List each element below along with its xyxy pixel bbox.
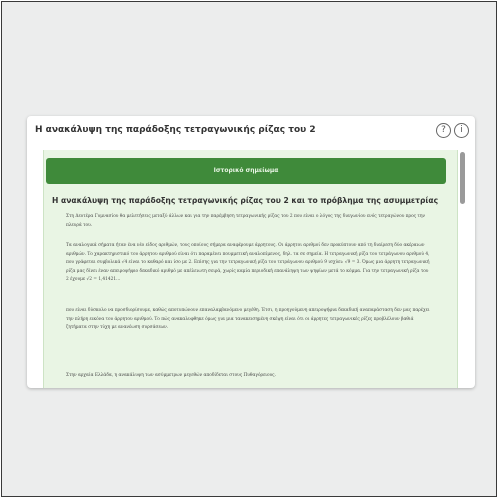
info-icon[interactable]: i [454, 123, 469, 138]
paragraph-2: Τα αναλογικά σήματα ήταν ένα νέο είδος α… [66, 243, 430, 282]
help-icon[interactable]: ? [436, 123, 451, 138]
scrollbar[interactable] [459, 150, 467, 388]
paragraph-3: που είναι δύσκολο να προσδιορίσουμε, καθ… [66, 308, 430, 330]
paragraph-4: Στην αρχαία Ελλάδα, η ανακάλυψη των ασύμ… [66, 373, 276, 378]
card-header: Η ανακάλυψη της παράδοξης τετραγωνικής ρ… [27, 116, 475, 144]
scrollbar-thumb[interactable] [460, 152, 465, 204]
content-card: Η ανακάλυψη της παράδοξης τετραγωνικής ρ… [27, 116, 475, 388]
content-panel: Ιστορικό σημείωμα Η ανακάλυψη της παράδο… [43, 150, 458, 388]
paragraph-1: Στη Δευτέρα Γυμνασίου θα μελετήσεις μετα… [66, 214, 426, 228]
card-title: Η ανακάλυψη της παράδοξης τετραγωνικής ρ… [35, 125, 316, 135]
section-title: Η ανακάλυψη της παράδοξης τετραγωνικής ρ… [52, 196, 439, 205]
window-frame: Η ανακάλυψη της παράδοξης τετραγωνικής ρ… [1, 1, 497, 497]
historical-note-banner: Ιστορικό σημείωμα [46, 158, 446, 184]
